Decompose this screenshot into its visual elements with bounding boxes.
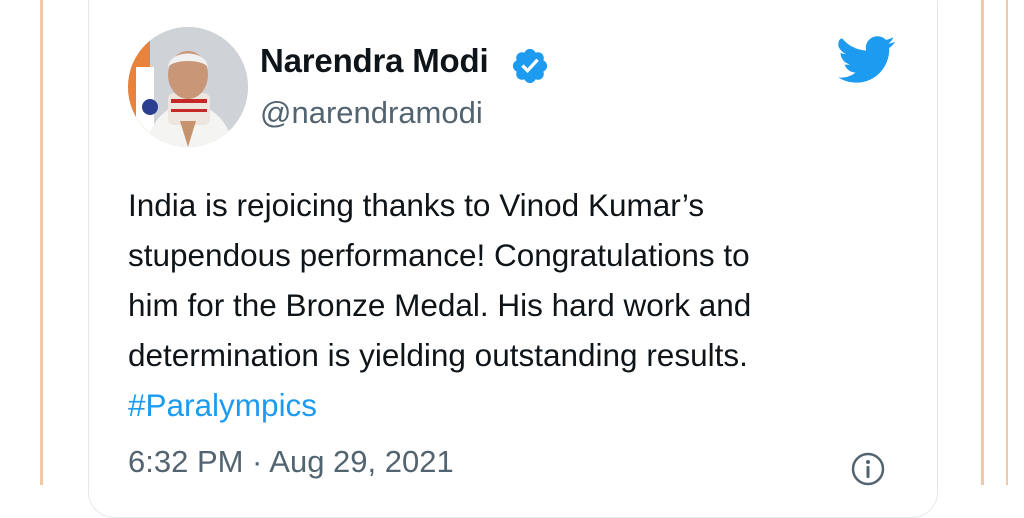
tweet-text-line: stupendous performance! Congratulations …: [128, 237, 750, 273]
info-icon[interactable]: [851, 452, 885, 486]
tweet-text-line: him for the Bronze Medal. His hard work …: [128, 287, 752, 323]
tweet-timestamp[interactable]: 6:32 PM · Aug 29, 2021: [128, 444, 454, 480]
display-name[interactable]: Narendra Modi: [260, 42, 489, 80]
hashtag-link[interactable]: #Paralympics: [128, 380, 888, 430]
decorative-frame-left: [40, 0, 43, 485]
author-handle[interactable]: @narendramodi: [260, 95, 483, 131]
verified-badge-icon: [510, 46, 550, 86]
tweet-text-line: India is rejoicing thanks to Vinod Kumar…: [128, 187, 705, 223]
tweet-text-line: determination is yielding outstanding re…: [128, 337, 748, 373]
avatar[interactable]: [128, 27, 248, 147]
decorative-frame-right-outer: [1006, 0, 1008, 485]
twitter-bird-icon: [838, 36, 896, 84]
tweet-text: India is rejoicing thanks to Vinod Kumar…: [128, 180, 888, 430]
decorative-frame-right: [981, 0, 984, 485]
